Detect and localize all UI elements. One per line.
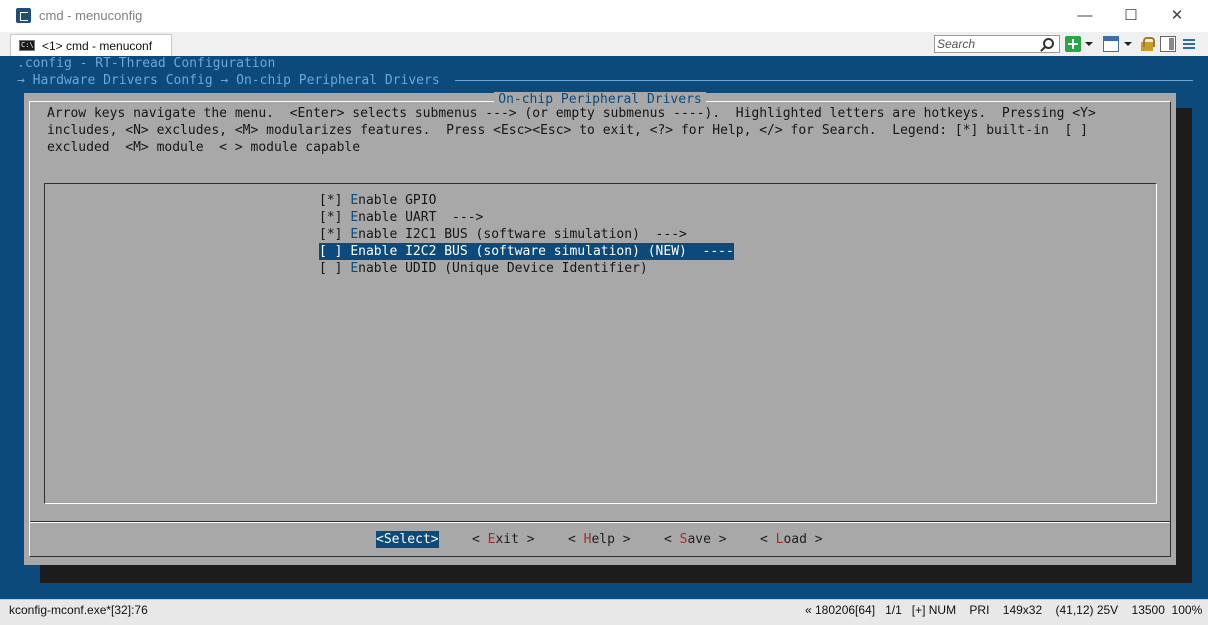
status-info: « 180206[64] 1/1 [+] NUM PRI 149x32 (41,… [805,603,1203,617]
new-console-dropdown-icon[interactable] [1085,42,1093,46]
search-box[interactable] [934,35,1060,53]
conemu-app-icon [16,8,31,23]
menu-item-hotkey: E [350,244,359,259]
menu-item-checkbox[interactable]: [*] [319,210,350,225]
menu-item-label: nable UDID (Unique Device Identifier) [358,261,648,276]
exit-button-rest: xit > [495,532,535,547]
help-button[interactable]: < Help > [568,531,631,548]
menu-item-enable-i2c2[interactable]: [ ] Enable I2C2 BUS (software simulation… [319,243,734,260]
exit-button[interactable]: < Exit > [472,531,535,548]
menu-item-enable-i2c1[interactable]: [*] Enable I2C1 BUS (software simulation… [319,226,687,243]
help-button-rest: elp > [591,532,631,547]
status-process: kconfig-mconf.exe*[32]:76 [9,603,148,617]
window-list-icon[interactable] [1103,36,1119,52]
new-console-icon[interactable] [1065,36,1081,52]
menu-item-checkbox[interactable]: [*] [319,227,350,242]
menu-item-label: nable UART ---> [358,210,484,225]
search-input[interactable] [937,37,1037,51]
breadcrumb-rule [455,80,1193,81]
help-text-line-3: excluded <M> module < > module capable [47,140,361,155]
tab-toolbar: C:\ <1> cmd - menuconf [0,32,1208,56]
load-button-rest: oad > [783,532,823,547]
config-title-line: .config - RT-Thread Configuration [17,56,276,71]
status-bar: kconfig-mconf.exe*[32]:76 « 180206[64] 1… [0,599,1208,625]
tab-cmd-menuconf[interactable]: C:\ <1> cmd - menuconf [10,34,172,56]
help-button-pre: < [568,532,584,547]
tab-label: <1> cmd - menuconf [42,39,153,53]
dialog-title: On-chip Peripheral Drivers [24,92,1176,107]
menu-item-hotkey: E [350,193,359,208]
load-button[interactable]: < Load > [760,531,823,548]
menu-item-enable-udid[interactable]: [ ] Enable UDID (Unique Device Identifie… [319,260,648,277]
close-button[interactable]: ✕ [1157,4,1197,28]
search-icon[interactable] [1043,38,1054,49]
lock-icon[interactable] [1139,36,1155,52]
menu-item-hotkey: E [350,261,359,276]
minimize-button[interactable]: — [1065,4,1105,28]
window-title: cmd - menuconfig [39,8,143,23]
console-icon: C:\ [19,40,35,51]
maximize-button[interactable]: ☐ [1111,4,1151,28]
help-text-line-1: Arrow keys navigate the menu. <Enter> se… [47,106,1096,121]
select-button[interactable]: <Select> [376,531,439,548]
menu-item-hotkey: E [350,227,359,242]
window-list-dropdown-icon[interactable] [1124,42,1132,46]
save-button-pre: < [664,532,680,547]
window-titlebar: cmd - menuconfig — ☐ ✕ [0,0,1208,32]
menu-icon[interactable] [1181,36,1197,52]
help-text-line-2: includes, <N> excludes, <M> modularizes … [47,123,1088,138]
save-button[interactable]: < Save > [664,531,727,548]
exit-button-pre: < [472,532,488,547]
button-separator-highlight [30,522,1170,523]
breadcrumb: → Hardware Drivers Config → On-chip Peri… [17,73,440,88]
menu-item-label: nable I2C1 BUS (software simulation) ---… [358,227,687,242]
menuconfig-dialog: On-chip Peripheral Drivers Arrow keys na… [24,92,1176,565]
menu-item-label: nable GPIO [358,193,437,208]
panel-icon[interactable] [1160,36,1176,52]
menu-item-hotkey: E [350,210,359,225]
menu-item-checkbox[interactable]: [ ] [319,244,350,259]
load-button-pre: < [760,532,776,547]
menu-item-label: nable I2C2 BUS (software simulation) (NE… [358,244,734,259]
dialog-title-text: On-chip Peripheral Drivers [494,92,706,107]
save-button-rest: ave > [687,532,727,547]
menu-item-enable-gpio[interactable]: [*] Enable GPIO [319,192,436,209]
terminal-area[interactable]: .config - RT-Thread Configuration → Hard… [0,56,1208,599]
menu-item-checkbox[interactable]: [*] [319,193,350,208]
menu-item-enable-uart[interactable]: [*] Enable UART ---> [319,209,483,226]
menu-item-checkbox[interactable]: [ ] [319,261,350,276]
